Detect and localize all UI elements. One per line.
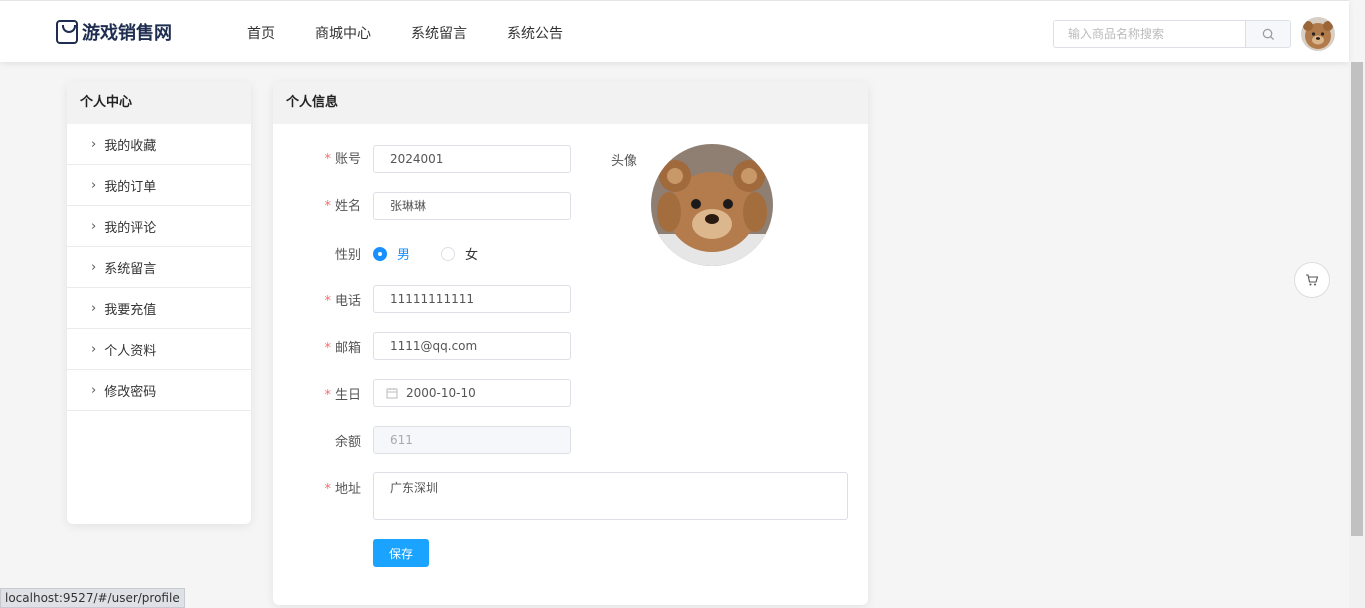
profile-title: 个人信息 xyxy=(273,82,868,124)
logo[interactable]: 游戏销售网 xyxy=(56,19,172,45)
account-label: * 账号 xyxy=(324,152,361,167)
profile-panel: 个人信息 * 账号 2024001 * 姓名 张琳琳 性别 男 女 * 电话 1111… xyxy=(273,82,868,605)
account-field[interactable]: 2024001 xyxy=(373,145,571,173)
email-field[interactable]: 1111@qq.com xyxy=(373,332,571,360)
phone-label: * 电话 xyxy=(324,294,361,309)
sidebar-item-orders[interactable]: › 我的订单 xyxy=(67,165,251,206)
chevron-right-icon: › xyxy=(91,259,97,275)
status-url-bar: localhost:9527/#/user/profile xyxy=(0,588,185,608)
gender-label: 性别 xyxy=(334,248,361,263)
nav-announcements[interactable]: 系统公告 xyxy=(507,23,563,43)
sidebar-item-label: 个人资料 xyxy=(104,343,157,359)
name-label: * 姓名 xyxy=(324,199,361,214)
chevron-right-icon: › xyxy=(91,136,97,152)
gender-male-label: 男 xyxy=(397,248,411,263)
search-input[interactable] xyxy=(1054,21,1245,47)
address-label: * 地址 xyxy=(324,482,361,497)
scrollbar-thumb[interactable] xyxy=(1351,62,1363,536)
chevron-right-icon: › xyxy=(91,177,97,193)
avatar-label: 头像 xyxy=(611,154,638,169)
user-avatar[interactable] xyxy=(1301,17,1335,51)
address-textarea[interactable]: 广东深圳 xyxy=(373,472,848,520)
chevron-right-icon: › xyxy=(91,382,97,398)
chevron-right-icon: › xyxy=(91,218,97,234)
name-field[interactable]: 张琳琳 xyxy=(373,192,571,220)
shopping-cart-icon xyxy=(1306,274,1319,286)
logo-text: 游戏销售网 xyxy=(82,23,172,44)
user-center-sidebar: 个人中心 › 我的收藏 › 我的订单 › 我的评论 › 系统留言 › 我要充值 … xyxy=(67,82,251,524)
birthday-label: * 生日 xyxy=(324,388,361,403)
radio-checked-icon xyxy=(373,246,387,261)
nav-mall[interactable]: 商城中心 xyxy=(315,23,371,43)
sidebar-item-favorites[interactable]: › 我的收藏 xyxy=(67,124,251,165)
search-box xyxy=(1053,20,1291,48)
chevron-right-icon: › xyxy=(91,341,97,357)
top-navbar: 游戏销售网 首页 商城中心 系统留言 系统公告 xyxy=(0,0,1349,62)
gender-female-label: 女 xyxy=(465,248,479,263)
sidebar-item-label: 我的评论 xyxy=(104,220,157,236)
sidebar-item-recharge[interactable]: › 我要充值 xyxy=(67,288,251,329)
teddy-bear-avatar-image xyxy=(1301,17,1335,51)
sidebar-item-profile[interactable]: › 个人资料 xyxy=(67,329,251,370)
sidebar-item-label: 我的订单 xyxy=(104,179,157,195)
sidebar-item-label: 我的收藏 xyxy=(104,138,157,154)
avatar-upload[interactable] xyxy=(651,144,773,266)
balance-label: 余额 xyxy=(334,435,361,450)
birthday-date-picker[interactable]: 2000-10-10 xyxy=(373,379,571,407)
chevron-right-icon: › xyxy=(91,300,97,316)
sidebar-item-messages[interactable]: › 系统留言 xyxy=(67,247,251,288)
search-icon xyxy=(1262,28,1274,40)
phone-field[interactable]: 11111111111 xyxy=(373,285,571,313)
radio-unchecked-icon xyxy=(441,246,455,261)
sidebar-item-label: 我要充值 xyxy=(104,302,157,318)
sidebar-title: 个人中心 xyxy=(67,82,251,124)
calendar-icon xyxy=(386,388,398,399)
nav-messages[interactable]: 系统留言 xyxy=(411,23,467,43)
floating-cart-button[interactable] xyxy=(1294,262,1330,298)
gender-female-radio[interactable]: 女 xyxy=(441,244,478,263)
sidebar-item-comments[interactable]: › 我的评论 xyxy=(67,206,251,247)
shopping-bag-icon xyxy=(56,20,78,44)
balance-field: 611 xyxy=(373,426,571,454)
sidebar-item-label: 系统留言 xyxy=(104,261,157,277)
sidebar-item-change-password[interactable]: › 修改密码 xyxy=(67,370,251,411)
main-nav: 首页 商城中心 系统留言 系统公告 xyxy=(247,23,603,43)
email-label: * 邮箱 xyxy=(324,341,361,356)
sidebar-item-label: 修改密码 xyxy=(104,384,157,400)
search-button[interactable] xyxy=(1245,21,1290,47)
birthday-value: 2000-10-10 xyxy=(406,386,476,400)
save-button[interactable]: 保存 xyxy=(373,539,429,567)
gender-male-radio[interactable]: 男 xyxy=(373,244,410,263)
teddy-bear-avatar-image xyxy=(651,144,773,266)
nav-home[interactable]: 首页 xyxy=(247,23,275,43)
